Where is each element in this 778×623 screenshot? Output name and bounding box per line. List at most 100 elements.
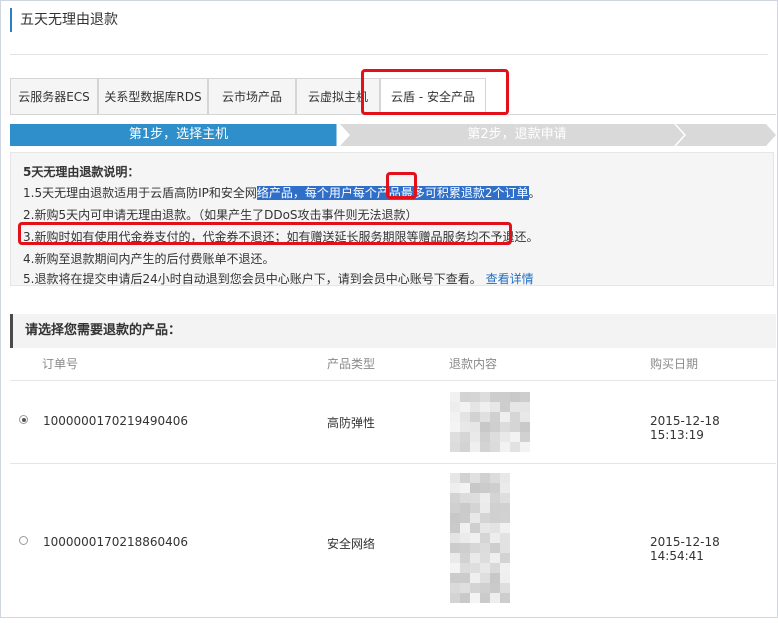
row-purchase-date: 2015-12-18 15:13:19 bbox=[650, 414, 720, 442]
mosaic-pixel bbox=[490, 593, 500, 603]
mosaic-pixel bbox=[500, 533, 510, 543]
mosaic-pixel bbox=[490, 553, 500, 563]
mosaic-pixel bbox=[480, 583, 490, 593]
mosaic-pixel bbox=[460, 553, 470, 563]
mosaic-pixel bbox=[490, 442, 500, 452]
mosaic-pixel bbox=[450, 442, 460, 452]
row-order-no: 1000000170219490406 bbox=[43, 414, 189, 428]
mosaic-pixel bbox=[510, 402, 520, 412]
mosaic-pixel bbox=[500, 513, 510, 523]
mosaic-pixel bbox=[490, 392, 500, 402]
header-order-no: 订单号 bbox=[42, 357, 79, 371]
table-row[interactable]: 1000000170218860406 安全网络 2015-12-18 14:5… bbox=[10, 463, 776, 623]
mosaic-pixel bbox=[490, 583, 500, 593]
mosaic-pixel bbox=[500, 402, 510, 412]
mosaic-pixel bbox=[460, 473, 470, 483]
mosaic-pixel bbox=[500, 503, 510, 513]
notes-heading: 5天无理由退款说明： bbox=[23, 165, 140, 179]
refund-content-blurred bbox=[450, 392, 530, 452]
row-select-radio[interactable] bbox=[19, 536, 28, 545]
header-purchase-date: 购买日期 bbox=[650, 357, 699, 371]
mosaic-pixel bbox=[470, 543, 480, 553]
mosaic-pixel bbox=[460, 402, 470, 412]
mosaic-pixel bbox=[450, 543, 460, 553]
mosaic-pixel bbox=[480, 543, 490, 553]
mosaic-pixel bbox=[450, 473, 460, 483]
step-progress: 第1步，选择主机 第2步，退款申请 bbox=[10, 124, 776, 146]
mosaic-pixel bbox=[470, 402, 480, 412]
row-product-type: 高防弹性 bbox=[327, 416, 376, 430]
mosaic-pixel bbox=[480, 422, 490, 432]
mosaic-pixel bbox=[450, 422, 460, 432]
tab-ecs[interactable]: 云服务器ECS bbox=[10, 78, 98, 114]
mosaic-pixel bbox=[480, 473, 490, 483]
mosaic-pixel bbox=[450, 493, 460, 503]
notes-line-1: 1.5天无理由退款适用于云盾高防IP和安全网络产品，每个用户每个产品最多可积累退… bbox=[23, 184, 541, 201]
mosaic-pixel bbox=[450, 533, 460, 543]
mosaic-pixel bbox=[450, 503, 460, 513]
tab-security[interactable]: 云盾 - 安全产品 bbox=[380, 78, 486, 115]
mosaic-pixel bbox=[470, 523, 480, 533]
tab-rds[interactable]: 关系型数据库RDS bbox=[98, 78, 208, 114]
mosaic-pixel bbox=[500, 392, 510, 402]
table-header: 订单号 产品类型 退款内容 购买日期 bbox=[10, 348, 776, 381]
row-product-type: 安全网络 bbox=[327, 537, 376, 551]
view-details-link[interactable]: 查看详情 bbox=[486, 272, 534, 286]
mosaic-pixel bbox=[480, 523, 490, 533]
mosaic-pixel bbox=[500, 543, 510, 553]
row-select-radio[interactable] bbox=[19, 415, 28, 424]
step-1-label: 第1步，选择主机 bbox=[128, 127, 229, 142]
mosaic-pixel bbox=[470, 483, 480, 493]
mosaic-pixel bbox=[450, 432, 460, 442]
mosaic-pixel bbox=[500, 573, 510, 583]
tab-virtual-host[interactable]: 云虚拟主机 bbox=[296, 78, 380, 114]
mosaic-pixel bbox=[500, 523, 510, 533]
mosaic-pixel bbox=[480, 402, 490, 412]
mosaic-pixel bbox=[480, 432, 490, 442]
mosaic-pixel bbox=[460, 493, 470, 503]
mosaic-pixel bbox=[480, 442, 490, 452]
mosaic-pixel bbox=[470, 513, 480, 523]
mosaic-pixel bbox=[470, 593, 480, 603]
mosaic-pixel bbox=[450, 483, 460, 493]
mosaic-pixel bbox=[500, 432, 510, 442]
title-divider bbox=[10, 54, 768, 55]
header-refund-content: 退款内容 bbox=[449, 357, 498, 371]
mosaic-pixel bbox=[520, 412, 530, 422]
refund-content-blurred bbox=[450, 473, 510, 603]
mosaic-pixel bbox=[520, 442, 530, 452]
notes-line-1-text: 1.5天无理由退款适用于云盾高防IP和安全网 bbox=[23, 186, 257, 200]
mosaic-pixel bbox=[500, 442, 510, 452]
mosaic-pixel bbox=[450, 593, 460, 603]
header-product-type: 产品类型 bbox=[327, 357, 376, 371]
table-row[interactable]: 1000000170219490406 高防弹性 2015-12-18 15:1… bbox=[10, 380, 776, 464]
mosaic-pixel bbox=[470, 473, 480, 483]
notes-line-1-period: 。 bbox=[528, 186, 541, 200]
notes-line-1-selected: 络产品，每个用户每个产品最多可 bbox=[256, 186, 437, 200]
mosaic-pixel bbox=[470, 563, 480, 573]
mosaic-pixel bbox=[500, 422, 510, 432]
mosaic-pixel bbox=[510, 432, 520, 442]
mosaic-pixel bbox=[480, 392, 490, 402]
mosaic-pixel bbox=[470, 412, 480, 422]
mosaic-pixel bbox=[450, 523, 460, 533]
step-2-label: 第2步，退款申请 bbox=[467, 127, 567, 142]
mosaic-pixel bbox=[450, 513, 460, 523]
mosaic-pixel bbox=[460, 593, 470, 603]
mosaic-pixel bbox=[490, 513, 500, 523]
mosaic-pixel bbox=[500, 412, 510, 422]
mosaic-pixel bbox=[450, 573, 460, 583]
mosaic-pixel bbox=[500, 553, 510, 563]
mosaic-pixel bbox=[510, 412, 520, 422]
mosaic-pixel bbox=[450, 392, 460, 402]
mosaic-pixel bbox=[500, 483, 510, 493]
mosaic-pixel bbox=[500, 593, 510, 603]
refund-notes-panel: 5天无理由退款说明： 1.5天无理由退款适用于云盾高防IP和安全网络产品，每个用… bbox=[10, 152, 774, 286]
tab-market[interactable]: 云市场产品 bbox=[208, 78, 296, 114]
mosaic-pixel bbox=[460, 392, 470, 402]
mosaic-pixel bbox=[450, 553, 460, 563]
mosaic-pixel bbox=[480, 412, 490, 422]
notes-line-3: 3.新购时如有使用代金券支付的，代金券不退还；如有赠送延长服务期限等赠品服务均不… bbox=[23, 230, 539, 244]
mosaic-pixel bbox=[470, 422, 480, 432]
mosaic-pixel bbox=[470, 533, 480, 543]
